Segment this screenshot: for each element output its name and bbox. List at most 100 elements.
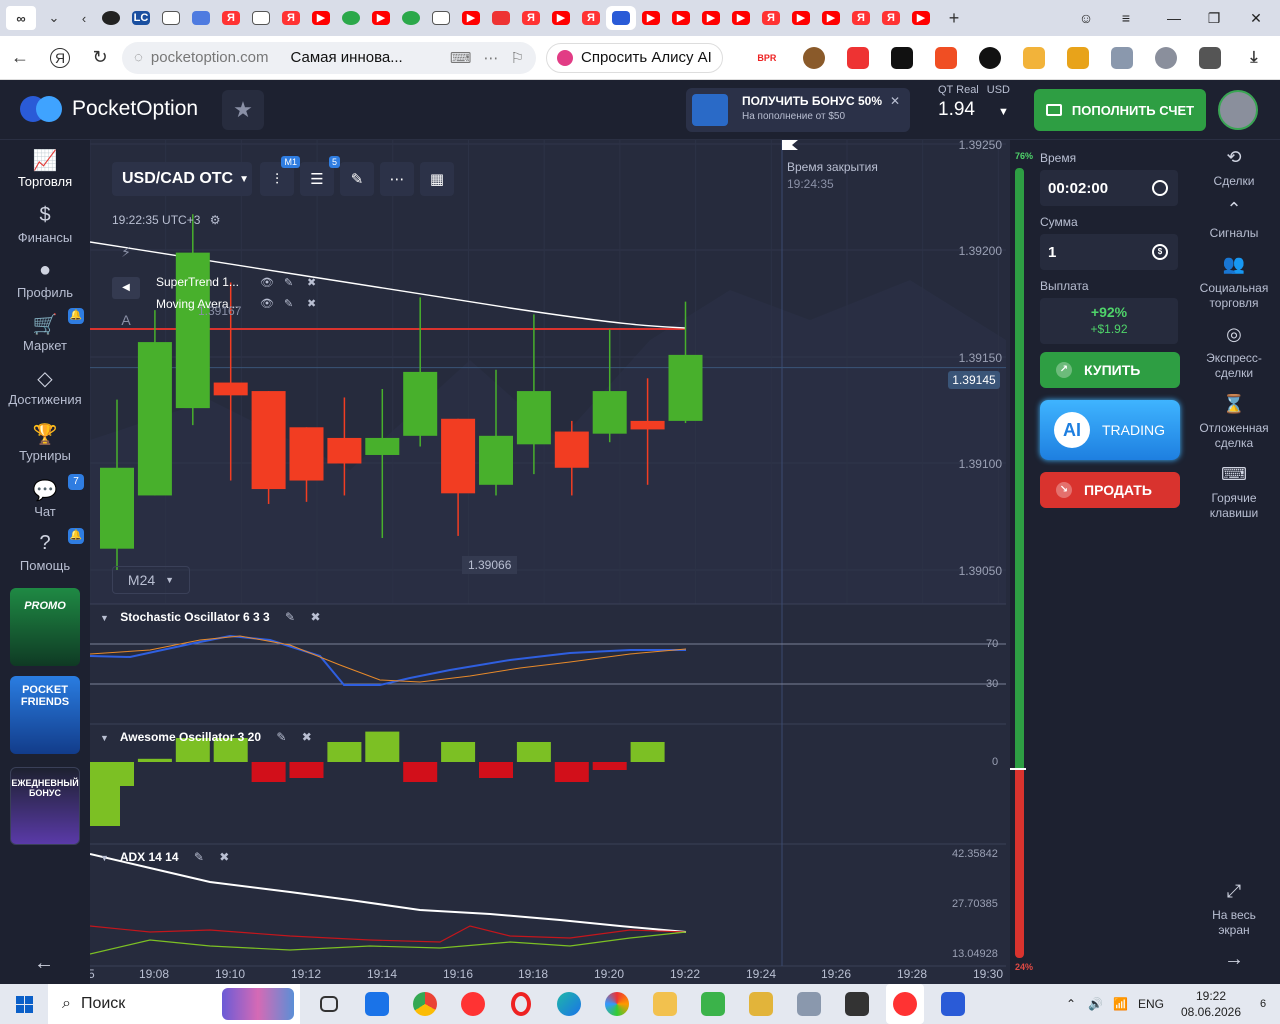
- nav-hotkeys[interactable]: ⌨ Горячие клавиши: [1188, 465, 1280, 521]
- ant-extension-icon[interactable]: [890, 46, 913, 69]
- account-selector[interactable]: QT Real USD 1.94 ▼: [938, 84, 1018, 121]
- adx-pane-title[interactable]: ▼ ADX 14 14 ✎ ✖: [100, 850, 229, 864]
- tab-document-2[interactable]: [246, 6, 276, 30]
- buy-button[interactable]: ↗ КУПИТЬ: [1040, 352, 1180, 388]
- ai-trading-button[interactable]: AI TRADING: [1040, 400, 1180, 460]
- collapse-arrow-icon[interactable]: ←: [34, 952, 54, 975]
- tab-bird[interactable]: [186, 6, 216, 30]
- yandex-browser-icon[interactable]: [886, 984, 924, 1024]
- favorites-star-icon[interactable]: ★: [222, 90, 264, 130]
- extensions-icon[interactable]: [1198, 46, 1221, 69]
- yandex-icon[interactable]: Я: [50, 47, 70, 68]
- globe-extension-icon[interactable]: [1154, 46, 1177, 69]
- close-icon[interactable]: ✖: [310, 610, 320, 624]
- tab-yandex-7[interactable]: Я: [876, 6, 906, 30]
- gear-icon[interactable]: ⚙: [210, 213, 221, 227]
- minimize-icon[interactable]: —: [1156, 0, 1192, 36]
- volume-icon[interactable]: 🔊: [1088, 997, 1103, 1011]
- fox-extension-icon[interactable]: [1066, 46, 1089, 69]
- amount-input[interactable]: 1 $: [1040, 234, 1178, 270]
- tab-lc[interactable]: LC: [126, 6, 156, 30]
- promo-banner[interactable]: PROMO: [10, 588, 80, 666]
- tab-youtube-6[interactable]: ▶: [666, 6, 696, 30]
- search-extension-icon[interactable]: [846, 46, 869, 69]
- tab-youtube-10[interactable]: ▶: [816, 6, 846, 30]
- mail-icon[interactable]: [358, 984, 396, 1024]
- pencil-icon[interactable]: ✎: [284, 297, 293, 310]
- app-square-icon[interactable]: [934, 984, 972, 1024]
- timeframe-selector[interactable]: M24 ▼: [112, 566, 190, 594]
- sidebar-item-finance[interactable]: $ Финансы: [0, 204, 90, 245]
- tab-youtube-7[interactable]: ▶: [696, 6, 726, 30]
- nav-pending-trade[interactable]: ⌛ Отложенная сделка: [1188, 395, 1280, 451]
- paint-icon[interactable]: [598, 984, 636, 1024]
- tab-youtube-1[interactable]: ▶: [306, 6, 336, 30]
- bonus-banner[interactable]: ПОЛУЧИТЬ БОНУС 50% На пополнение от $50 …: [686, 88, 910, 132]
- tab-yandex-3[interactable]: Я: [516, 6, 546, 30]
- drawing-tools-button[interactable]: ✎: [340, 162, 374, 196]
- tab-yandex-4[interactable]: Я: [576, 6, 606, 30]
- ask-alice-button[interactable]: Спросить Алису AI: [546, 42, 723, 73]
- tab-youtube-4[interactable]: ▶: [546, 6, 576, 30]
- tab-toy[interactable]: [486, 6, 516, 30]
- windows-start-icon[interactable]: [0, 984, 48, 1024]
- layout-button[interactable]: ▦: [420, 162, 454, 196]
- sidebar-item-chat[interactable]: 💬 Чат 7: [0, 474, 90, 519]
- download-icon[interactable]: ⤓: [1243, 47, 1265, 69]
- folder-icon[interactable]: [646, 984, 684, 1024]
- tab-yandex-5[interactable]: Я: [756, 6, 786, 30]
- taskbar-search[interactable]: ⌕ Поиск: [48, 984, 300, 1024]
- pocket-friends-banner[interactable]: POCKET FRIENDS: [10, 676, 80, 754]
- close-icon[interactable]: ✕: [1238, 0, 1274, 36]
- language-indicator[interactable]: ENG: [1138, 997, 1164, 1011]
- close-icon[interactable]: ✖: [307, 276, 316, 289]
- deposit-button[interactable]: ПОПОЛНИТЬ СЧЕТ: [1034, 89, 1206, 131]
- sidebar-item-trading[interactable]: 📈 Торговля: [0, 148, 90, 189]
- tab-youtube-2[interactable]: ▶: [366, 6, 396, 30]
- close-icon[interactable]: ✖: [302, 730, 312, 744]
- nav-fullscreen[interactable]: ⤢ На весь экран: [1188, 882, 1280, 938]
- tab-yandex-6[interactable]: Я: [846, 6, 876, 30]
- translate-icon[interactable]: ⌨: [450, 49, 472, 67]
- eye-icon[interactable]: 👁: [260, 297, 274, 310]
- sidebar-item-market[interactable]: 🛒 Маркет 🔔: [0, 308, 90, 353]
- tab-pocketoption-active[interactable]: [606, 6, 636, 30]
- chart-type-button[interactable]: ⫶ M1: [260, 156, 300, 196]
- collapse-chevron-icon[interactable]: ▼: [100, 733, 109, 743]
- lock-app-icon[interactable]: [742, 984, 780, 1024]
- profile-icon[interactable]: ☺: [1068, 0, 1104, 36]
- reload-icon[interactable]: ↻: [84, 42, 116, 74]
- tab-yandex-2[interactable]: Я: [276, 6, 306, 30]
- close-icon[interactable]: ✖: [307, 297, 316, 310]
- chart-area[interactable]: USD/CAD OTC ▼ ⫶ M1 ☰ 5 ✎ ⋯ ▦ 19:22:35 UT…: [90, 140, 1010, 984]
- awesome-pane-title[interactable]: ▼ Awesome Oscillator 3 20 ✎ ✖: [100, 730, 312, 744]
- sidebar-item-achievements[interactable]: ◇ Достижения: [0, 366, 90, 407]
- tab-youtube-5[interactable]: ▶: [636, 6, 666, 30]
- cookie-extension-icon[interactable]: [802, 46, 825, 69]
- tab-github[interactable]: [96, 6, 126, 30]
- plus-app-icon[interactable]: [694, 984, 732, 1024]
- collapse-chevron-icon[interactable]: ▼: [100, 853, 109, 863]
- pencil-icon[interactable]: ✎: [285, 610, 295, 624]
- sidebar-item-tournaments[interactable]: 🏆 Турниры: [0, 422, 90, 463]
- tab-money-2[interactable]: [396, 6, 426, 30]
- tab-youtube-9[interactable]: ▶: [786, 6, 816, 30]
- back-tab-icon[interactable]: ‹: [72, 6, 96, 30]
- notifications-badge[interactable]: 6: [1246, 998, 1280, 1010]
- pencil-icon[interactable]: ✎: [284, 276, 293, 289]
- new-tab-icon[interactable]: +: [942, 6, 966, 30]
- stochastic-pane-title[interactable]: ▼ Stochastic Oscillator 6 3 3 ✎ ✖: [100, 610, 321, 624]
- taskbar-clock[interactable]: 19:22 08.06.2026: [1176, 988, 1246, 1020]
- chrome-icon[interactable]: [406, 984, 444, 1024]
- sell-button[interactable]: ↘ ПРОДАТЬ: [1040, 472, 1180, 508]
- back-arrow-icon[interactable]: ←: [4, 42, 36, 74]
- indicators-button[interactable]: ☰ 5: [300, 156, 340, 196]
- tab-groups-button[interactable]: ∞: [6, 6, 36, 30]
- edge-icon[interactable]: [550, 984, 588, 1024]
- close-icon[interactable]: ✕: [890, 94, 900, 108]
- close-icon[interactable]: ✖: [219, 850, 229, 864]
- wifi-icon[interactable]: 📶: [1113, 997, 1128, 1011]
- nav-express-trades[interactable]: ◎ Экспресс-сделки: [1188, 325, 1280, 381]
- more-icon[interactable]: ⋯: [484, 49, 499, 67]
- nav-signals[interactable]: ⌃ Сигналы: [1188, 200, 1280, 241]
